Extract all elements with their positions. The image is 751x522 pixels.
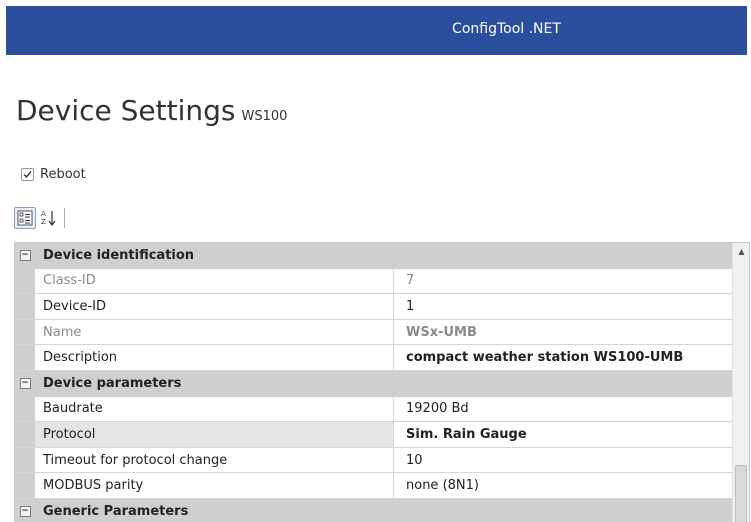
property-value: WSx-UMB (406, 324, 477, 340)
collapse-icon: − (19, 506, 31, 518)
page-title-text: Device Settings (16, 94, 236, 127)
row-gutter (15, 294, 35, 319)
property-name: Class-ID (35, 268, 394, 294)
alphabetical-button[interactable]: A Z (38, 207, 60, 229)
collapse-icon: − (19, 378, 31, 390)
reboot-checkbox[interactable] (21, 168, 34, 181)
app-title: ConfigTool .NET (452, 21, 561, 37)
property-value: 7 (406, 273, 415, 289)
category-label: Device identification (43, 248, 195, 264)
property-name: Baudrate (35, 396, 394, 422)
property-row-description[interactable]: Description compact weather station WS10… (15, 345, 734, 371)
property-row-modbus-parity[interactable]: MODBUS parity none (8N1) (15, 473, 734, 499)
property-value[interactable]: 10 (394, 448, 734, 473)
categorized-icon (17, 210, 33, 226)
row-gutter (15, 473, 35, 498)
collapse-button[interactable]: − (15, 371, 35, 397)
property-row-protocol[interactable]: Protocol Sim. Rain Gauge (15, 422, 734, 448)
toolbar-separator (64, 208, 65, 228)
category-generic-parameters[interactable]: − Generic Parameters (15, 498, 734, 522)
scroll-up-icon[interactable]: ▲ (733, 247, 749, 256)
property-name: MODBUS parity (35, 473, 394, 498)
device-name-label: WS100 (241, 109, 288, 124)
title-bar: ConfigTool .NET (6, 6, 747, 55)
property-value[interactable]: compact weather station WS100-UMB (394, 345, 734, 370)
row-gutter (15, 422, 35, 447)
row-gutter (15, 345, 35, 370)
row-gutter (15, 447, 35, 473)
property-name: Timeout for protocol change (35, 447, 394, 473)
property-name: Protocol (35, 422, 394, 447)
property-value[interactable]: 19200 Bd (394, 397, 734, 422)
property-value[interactable]: Sim. Rain Gauge (394, 422, 734, 447)
property-row-baudrate[interactable]: Baudrate 19200 Bd (15, 396, 734, 423)
category-device-parameters[interactable]: − Device parameters (15, 370, 734, 397)
property-value[interactable]: 1 (394, 294, 734, 319)
category-device-identification[interactable]: − Device identification (15, 243, 734, 269)
collapse-button[interactable]: − (15, 243, 35, 269)
property-row-device-id[interactable]: Device-ID 1 (15, 294, 734, 320)
property-value[interactable]: none (8N1) (394, 473, 734, 498)
reboot-option[interactable]: Reboot (21, 167, 86, 182)
row-gutter (15, 268, 35, 294)
property-name: Name (35, 319, 394, 345)
collapse-button[interactable]: − (15, 499, 35, 522)
property-grid[interactable]: − Device identification Class-ID 7 Devic… (14, 242, 750, 522)
category-label: Device parameters (43, 376, 182, 392)
categorized-button[interactable] (14, 207, 36, 229)
svg-text:A: A (41, 210, 46, 218)
property-toolbar: A Z (14, 205, 65, 231)
property-row-name[interactable]: Name WSx-UMB (15, 319, 734, 346)
svg-text:Z: Z (41, 218, 46, 226)
sort-az-icon: A Z (41, 210, 56, 226)
property-name: Device-ID (35, 294, 394, 319)
vertical-scrollbar[interactable]: ▲ (732, 243, 749, 522)
collapse-icon: − (19, 250, 31, 262)
row-gutter (15, 396, 35, 422)
property-row-class-id[interactable]: Class-ID 7 (15, 268, 734, 295)
property-row-timeout[interactable]: Timeout for protocol change 10 (15, 447, 734, 474)
category-label: Generic Parameters (43, 504, 189, 520)
row-gutter (15, 319, 35, 345)
reboot-label: Reboot (40, 167, 86, 182)
checkmark-icon (23, 171, 32, 179)
property-name: Description (35, 345, 394, 370)
page-title: Device Settings WS100 (16, 94, 287, 127)
scroll-thumb[interactable] (735, 465, 747, 522)
